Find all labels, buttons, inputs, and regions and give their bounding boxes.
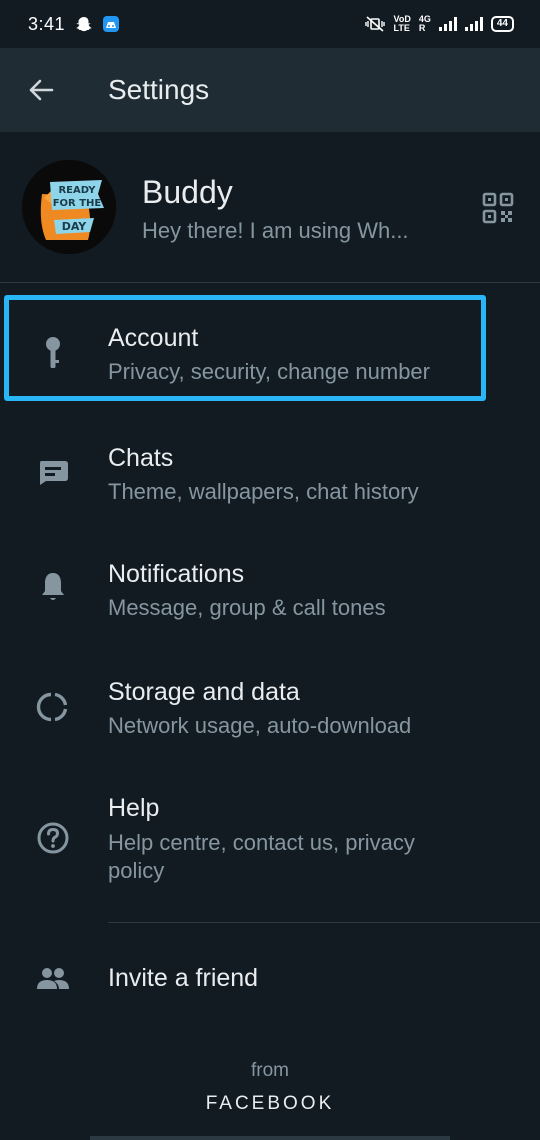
battery-icon: 44: [490, 16, 514, 32]
network-operator-bottom: LTE: [393, 23, 410, 33]
bell-icon: [36, 570, 70, 604]
storage-icon: [36, 690, 70, 724]
settings-item-title: Help: [108, 794, 160, 822]
settings-item-help[interactable]: Help Help centre, contact us, privacy po…: [0, 784, 540, 894]
settings-item-notifications[interactable]: Notifications Message, group & call tone…: [0, 548, 540, 652]
settings-item-title: Invite a friend: [108, 964, 259, 992]
avatar[interactable]: READY FOR THE DAY: [22, 160, 116, 254]
settings-item-title: Notifications: [108, 560, 245, 588]
footer-brand: FACEBOOK: [205, 1093, 335, 1114]
network-operator: VoD LTE: [394, 15, 411, 33]
vibrate-mute-icon: [364, 16, 385, 32]
settings-item-title: Account: [108, 324, 199, 352]
footer-from: from: [251, 1060, 289, 1081]
settings-item-subtitle: Network usage, auto-download: [108, 713, 412, 738]
settings-item-subtitle: Message, group & call tones: [108, 595, 386, 620]
key-icon: [36, 336, 70, 370]
signal-icon-1: [438, 17, 457, 31]
page-title: Settings: [108, 74, 210, 105]
profile-status: Hey there! I am using Wh...: [142, 218, 409, 243]
status-time: 3:41: [28, 13, 66, 34]
avatar-text-line1: READY: [58, 185, 96, 196]
settings-item-chats[interactable]: Chats Theme, wallpapers, chat history: [0, 430, 540, 534]
nav-bar-hint: [90, 1136, 450, 1140]
chat-icon: [36, 456, 70, 490]
snapchat-icon: [76, 17, 92, 32]
settings-item-invite[interactable]: Invite a friend: [0, 940, 540, 1020]
section-divider: [108, 922, 540, 923]
profile-divider: [0, 282, 540, 283]
invite-people-icon: [36, 962, 70, 996]
back-arrow-icon[interactable]: [28, 78, 54, 102]
settings-item-subtitle: Theme, wallpapers, chat history: [108, 479, 419, 504]
settings-item-subtitle: Help centre, contact us, privacy policy: [108, 830, 415, 883]
avatar-text-line2: FOR THE: [53, 198, 102, 209]
app-bar: Settings: [0, 48, 540, 132]
qr-code-icon[interactable]: [482, 192, 514, 224]
settings-item-storage[interactable]: Storage and data Network usage, auto-dow…: [0, 666, 540, 770]
network-type: 4G R: [419, 15, 431, 33]
settings-item-account[interactable]: Account Privacy, security, change number: [0, 296, 540, 400]
notification-app-icon: [103, 16, 120, 32]
profile-name: Buddy: [142, 174, 233, 210]
avatar-text-line3: DAY: [62, 220, 88, 233]
settings-item-subtitle: Privacy, security, change number: [108, 359, 430, 384]
signal-icon-2: [464, 17, 483, 31]
settings-item-title: Chats: [108, 444, 174, 472]
avatar-image: READY FOR THE DAY: [22, 160, 116, 254]
status-bar: 3:41 VoD LTE 4G R 44: [0, 0, 540, 48]
profile-section[interactable]: READY FOR THE DAY Buddy Hey there! I am …: [0, 132, 540, 282]
help-icon: [36, 821, 70, 855]
network-roaming: R: [418, 23, 426, 33]
settings-item-title: Storage and data: [108, 678, 300, 706]
